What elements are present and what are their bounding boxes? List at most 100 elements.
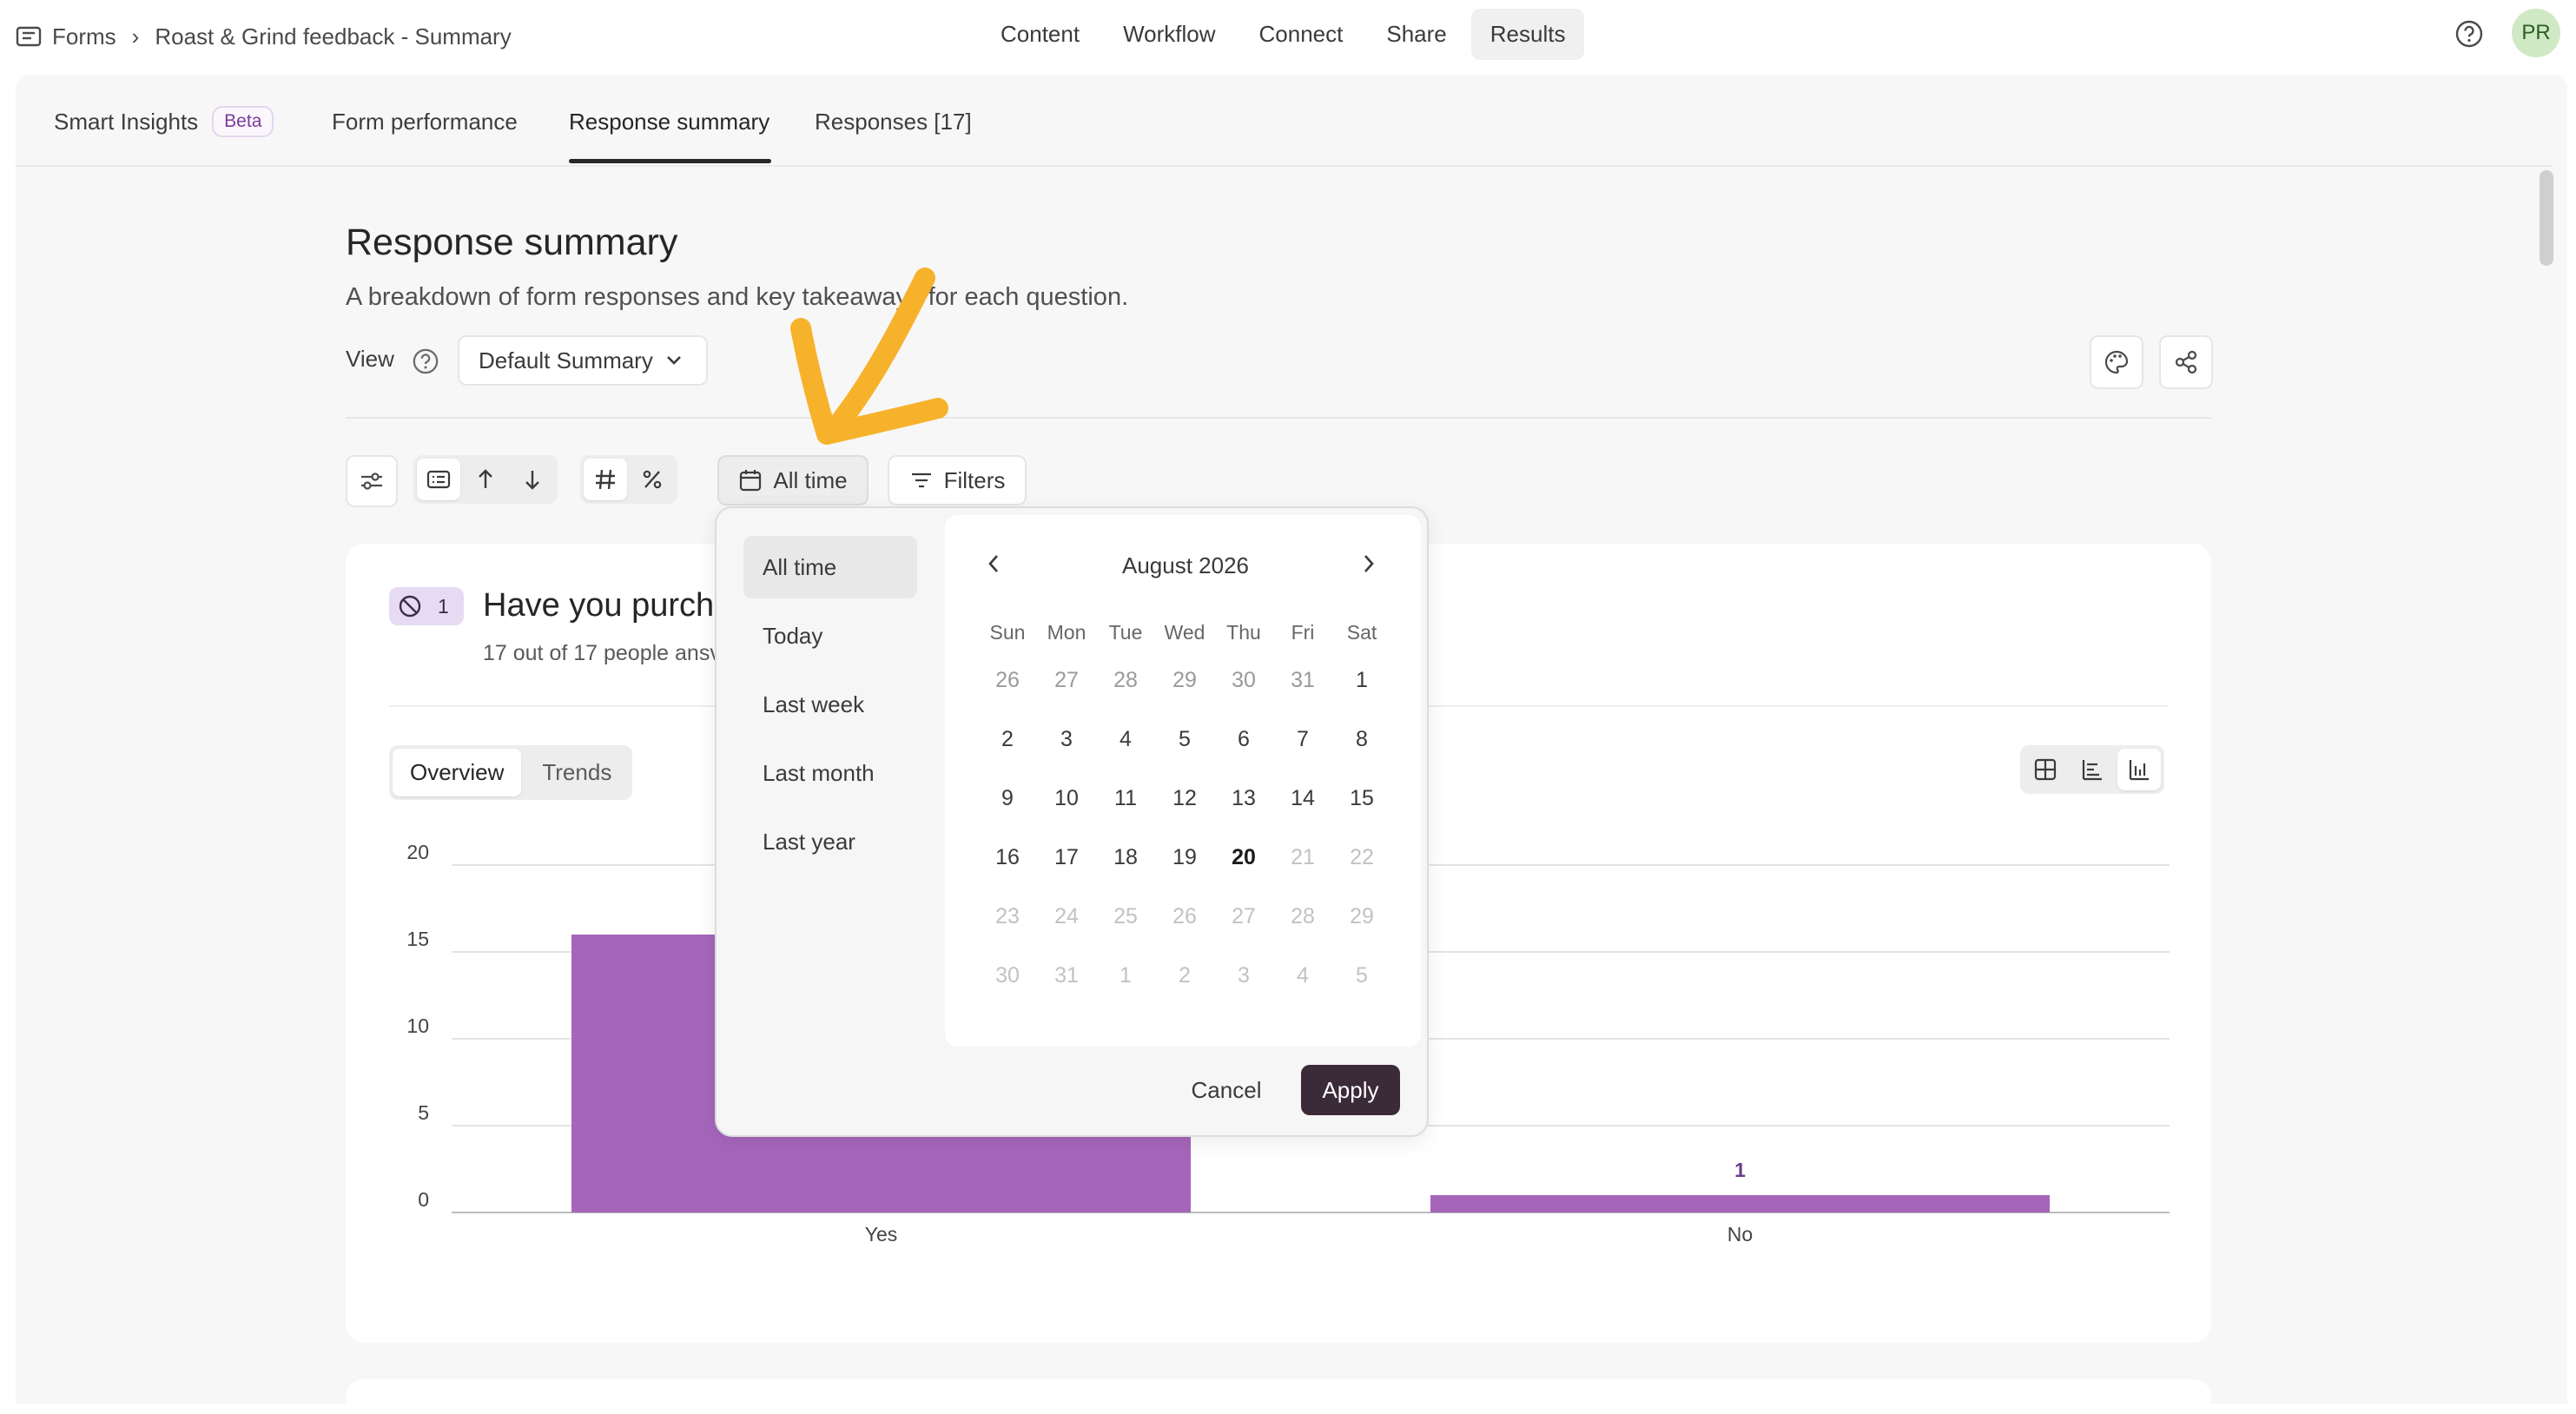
- calendar-day[interactable]: 28: [1096, 651, 1155, 710]
- form-icon: [16, 25, 42, 48]
- prev-month-button[interactable]: [985, 552, 1002, 575]
- date-range-button[interactable]: All time: [717, 455, 869, 505]
- cancel-button[interactable]: Cancel: [1178, 1065, 1275, 1115]
- view-help-icon[interactable]: [412, 347, 439, 375]
- calendar-day: 2: [1179, 963, 1191, 988]
- next-month-button[interactable]: [1360, 552, 1377, 575]
- calendar-day[interactable]: 17: [1037, 828, 1096, 887]
- breadcrumb: Forms › Roast & Grind feedback - Summary: [16, 19, 512, 54]
- palette-icon: [2103, 348, 2130, 376]
- preset-last-year[interactable]: Last year: [743, 810, 917, 873]
- weekday-label: Sun: [989, 621, 1026, 644]
- settings-button[interactable]: [346, 455, 398, 507]
- weekday-label: Mon: [1047, 621, 1087, 644]
- calendar-day[interactable]: 16: [978, 828, 1037, 887]
- next-question-card: [346, 1379, 2211, 1414]
- filter-icon: [909, 470, 934, 491]
- tab-overview[interactable]: Overview: [393, 749, 522, 796]
- calendar-day[interactable]: 4: [1096, 710, 1155, 769]
- nav-tab-share[interactable]: Share: [1367, 9, 1465, 60]
- preset-last-week[interactable]: Last week: [743, 673, 917, 736]
- weekday-label: Fri: [1291, 621, 1315, 644]
- avatar[interactable]: PR: [2512, 9, 2560, 57]
- value-format-group: [580, 455, 677, 504]
- chart-mode-tabs: Overview Trends: [389, 745, 633, 800]
- calendar-day[interactable]: 3: [1037, 710, 1096, 769]
- calendar-day: 21: [1291, 845, 1315, 869]
- list-order-button[interactable]: [417, 459, 460, 500]
- question-badge: 1: [389, 587, 464, 625]
- view-select[interactable]: Default Summary: [458, 335, 708, 386]
- calendar-day[interactable]: 6: [1214, 710, 1273, 769]
- calendar-day: 3: [1238, 963, 1250, 988]
- calendar-week: 23 24 25 26 27 28 29: [978, 887, 1391, 946]
- calendar-day[interactable]: 31: [1273, 651, 1332, 710]
- count-format-button[interactable]: [584, 459, 627, 500]
- nav-tab-workflow[interactable]: Workflow: [1104, 9, 1234, 60]
- bar-horizontal-icon: [2080, 757, 2104, 782]
- subtab-form-performance[interactable]: Form performance: [332, 104, 518, 139]
- nav-tab-connect[interactable]: Connect: [1240, 9, 1363, 60]
- calendar-day[interactable]: 1: [1332, 651, 1391, 710]
- table-view-button[interactable]: [2024, 749, 2067, 790]
- scrollbar-thumb[interactable]: [2540, 170, 2553, 266]
- calendar-day: 22: [1350, 845, 1374, 869]
- calendar-day[interactable]: 15: [1332, 769, 1391, 828]
- calendar-month-label: August 2026: [1121, 552, 1249, 578]
- sort-ascending-button[interactable]: [464, 459, 507, 500]
- sliders-icon: [359, 470, 385, 492]
- subtab-responses[interactable]: Responses [17]: [815, 104, 972, 139]
- arrow-up-icon: [475, 467, 496, 492]
- percent-icon: [641, 468, 664, 491]
- chevron-down-icon: [665, 354, 683, 367]
- calendar-day[interactable]: 11: [1096, 769, 1155, 828]
- calendar-day[interactable]: 10: [1037, 769, 1096, 828]
- calendar-day[interactable]: 8: [1332, 710, 1391, 769]
- calendar-day[interactable]: 14: [1273, 769, 1332, 828]
- chevron-left-icon: [985, 552, 1002, 575]
- calendar-day[interactable]: 2: [978, 710, 1037, 769]
- sort-descending-button[interactable]: [511, 459, 554, 500]
- question-number: 1: [438, 594, 449, 618]
- calendar-day[interactable]: 5: [1155, 710, 1214, 769]
- calendar-day[interactable]: 18: [1096, 828, 1155, 887]
- tab-trends[interactable]: Trends: [525, 749, 629, 796]
- subtab-response-summary[interactable]: Response summary: [569, 104, 769, 139]
- percent-format-button[interactable]: [631, 459, 674, 500]
- y-tick-label: 20: [406, 841, 429, 863]
- calendar-day[interactable]: 7: [1273, 710, 1332, 769]
- preset-today[interactable]: Today: [743, 605, 917, 667]
- subtab-smart-insights[interactable]: Smart Insights Beta: [54, 104, 274, 139]
- breadcrumb-root[interactable]: Forms: [52, 23, 116, 50]
- calendar-day[interactable]: 9: [978, 769, 1037, 828]
- annotation-arrow: [782, 261, 990, 460]
- view-label: View: [346, 346, 394, 372]
- filters-label: Filters: [943, 466, 1006, 493]
- weekday-label: Thu: [1226, 621, 1261, 644]
- horizontal-bar-button[interactable]: [2071, 749, 2114, 790]
- share-button[interactable]: [2159, 335, 2213, 389]
- nav-tab-content[interactable]: Content: [981, 9, 1099, 60]
- calendar-day[interactable]: 29: [1155, 651, 1214, 710]
- page-title: Response summary: [346, 221, 678, 263]
- apply-button[interactable]: Apply: [1301, 1065, 1400, 1115]
- calendar-day[interactable]: 13: [1214, 769, 1273, 828]
- help-icon[interactable]: [2454, 19, 2484, 49]
- calendar-day[interactable]: 30: [1214, 651, 1273, 710]
- calendar-day: 28: [1291, 904, 1315, 928]
- theme-palette-button[interactable]: [2090, 335, 2143, 389]
- filters-button[interactable]: Filters: [888, 455, 1027, 505]
- nav-tab-results[interactable]: Results: [1470, 9, 1585, 60]
- view-select-value: Default Summary: [479, 347, 653, 373]
- vertical-bar-button[interactable]: [2117, 749, 2161, 790]
- calendar-day[interactable]: 19: [1155, 828, 1214, 887]
- calendar-day-today[interactable]: 20: [1214, 828, 1273, 887]
- calendar-week: 30 31 1 2 3 4 5: [978, 946, 1391, 1005]
- preset-all-time[interactable]: All time: [743, 536, 917, 598]
- calendar-day[interactable]: 27: [1037, 651, 1096, 710]
- calendar-day: 25: [1113, 904, 1138, 928]
- preset-last-month[interactable]: Last month: [743, 742, 917, 804]
- calendar-day[interactable]: 12: [1155, 769, 1214, 828]
- calendar-day[interactable]: 26: [978, 651, 1037, 710]
- x-tick-label: No: [1727, 1223, 1754, 1246]
